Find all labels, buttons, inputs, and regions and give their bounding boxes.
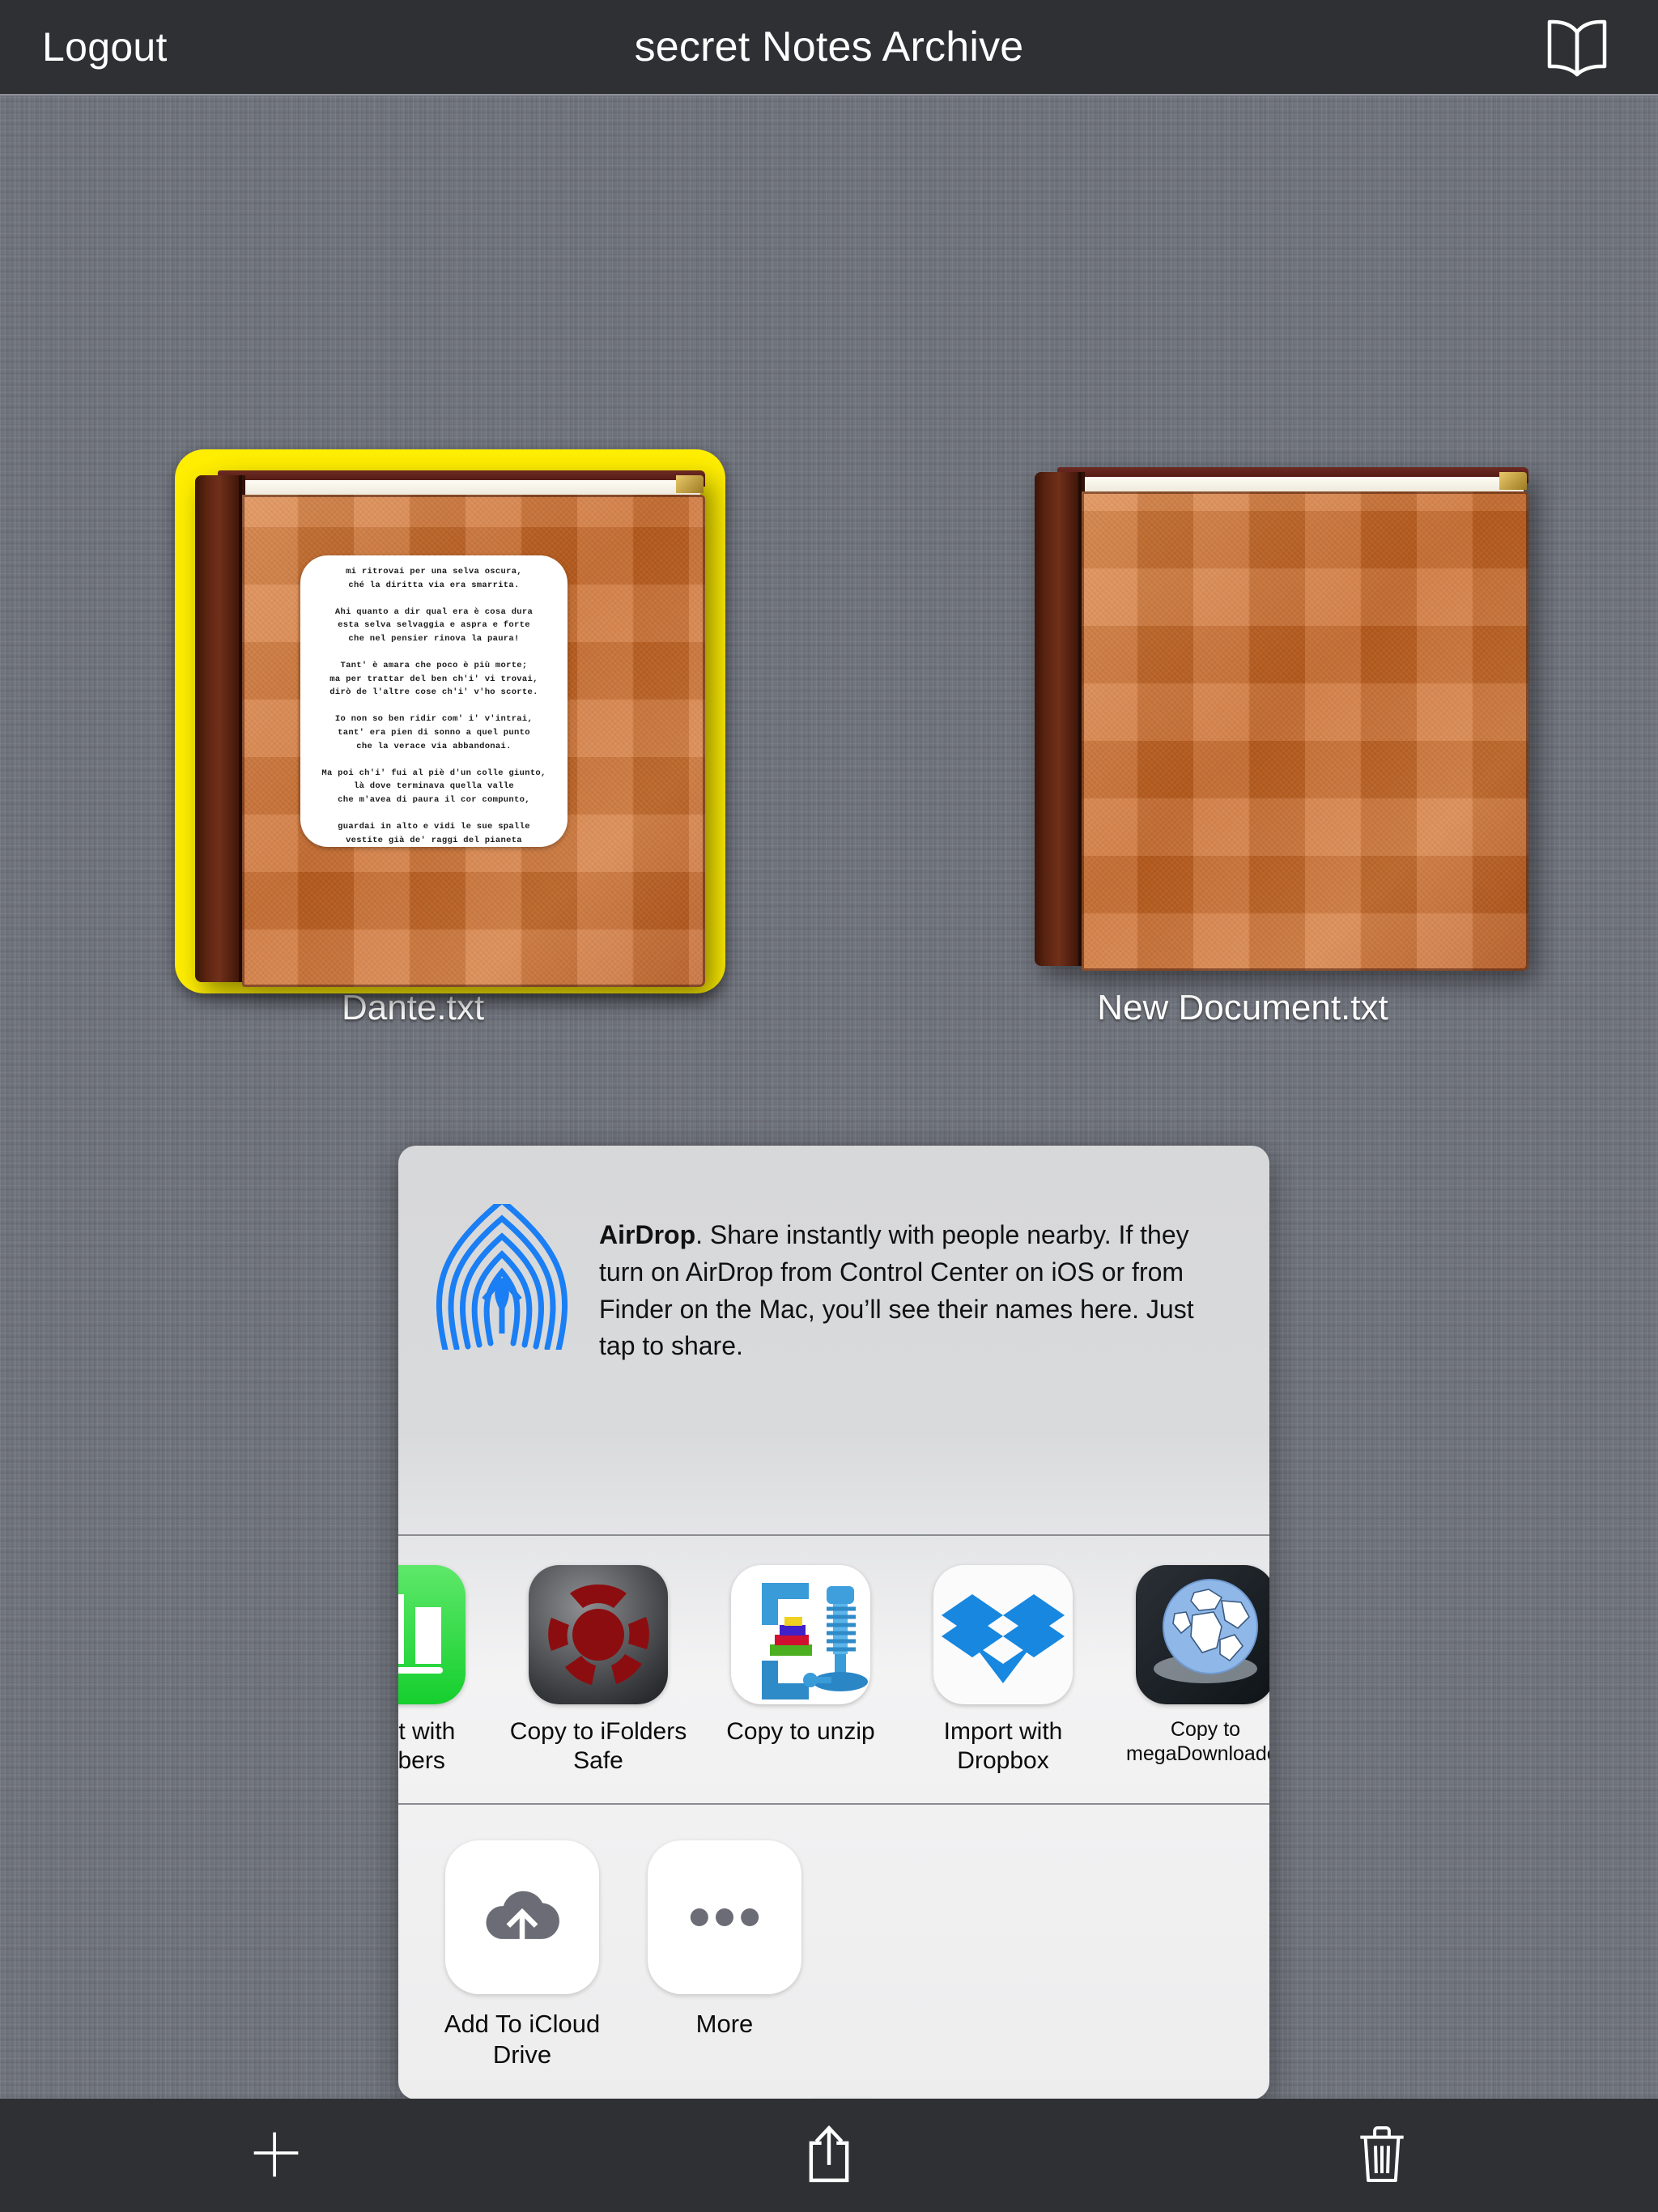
share-app-label: Copy to megaDownloader <box>1126 1718 1269 1765</box>
file-thumbnail[interactable] <box>992 464 1528 971</box>
file-item-new-document[interactable]: New Document.txt <box>959 464 1528 1028</box>
navigation-bar: Logout secret Notes Archive <box>0 0 1658 96</box>
file-thumbnail[interactable]: mi ritrovai per una selva oscura, ché la… <box>162 449 725 993</box>
airdrop-title: AirDrop <box>599 1220 696 1249</box>
bottom-toolbar <box>0 2099 1658 2212</box>
action-label: Add To iCloud Drive <box>444 2010 601 2069</box>
book-graphic: mi ritrovai per una selva oscura, ché la… <box>195 470 705 987</box>
airdrop-section[interactable]: AirDrop. Share instantly with people nea… <box>398 1146 1269 1534</box>
page-title: secret Notes Archive <box>634 23 1024 70</box>
unzip-app-icon <box>731 1565 870 1704</box>
delete-button[interactable] <box>1105 2099 1658 2212</box>
share-app-dropbox[interactable]: Import with Dropbox <box>902 1565 1104 1776</box>
share-button[interactable] <box>553 2099 1106 2212</box>
note-preview-text: mi ritrovai per una selva oscura, ché la… <box>321 567 546 845</box>
airdrop-description: AirDrop. Share instantly with people nea… <box>599 1196 1232 1534</box>
share-app-megadownloader[interactable]: Copy to megaDownloader <box>1104 1565 1269 1766</box>
action-more[interactable]: More <box>623 1840 826 2099</box>
book-graphic <box>1035 467 1528 971</box>
share-sheet-popover: AirDrop. Share instantly with people nea… <box>398 1146 1269 2099</box>
share-app-numbers[interactable]: Import with Numbers <box>398 1565 497 1776</box>
add-icon <box>249 2128 303 2184</box>
add-button[interactable] <box>0 2099 553 2212</box>
file-label: Dante.txt <box>341 988 485 1027</box>
icloud-upload-icon <box>445 1840 599 1994</box>
file-item-dante[interactable]: mi ritrovai per una selva oscura, ché la… <box>130 449 725 1028</box>
file-label: New Document.txt <box>1097 988 1388 1027</box>
share-app-label: Copy to iFolders Safe <box>509 1718 687 1774</box>
share-icon <box>804 2124 854 2188</box>
action-label: More <box>695 2010 754 2038</box>
airdrop-icon <box>436 1197 568 1353</box>
share-app-label: Copy to unzip <box>726 1718 875 1745</box>
ellipsis-icon <box>648 1840 801 1994</box>
share-app-unzip[interactable]: Copy to unzip <box>699 1565 902 1746</box>
share-app-row[interactable]: Import with Numbers Copy to iFolders Saf… <box>398 1536 1269 1803</box>
share-app-ifolders-safe[interactable]: Copy to iFolders Safe <box>497 1565 699 1776</box>
dropbox-app-icon <box>933 1565 1073 1704</box>
trash-icon <box>1356 2124 1408 2188</box>
share-app-label: Import with Numbers <box>398 1718 456 1774</box>
share-app-label: Import with Dropbox <box>943 1718 1063 1774</box>
ifolders-safe-app-icon <box>529 1565 668 1704</box>
numbers-app-icon <box>398 1565 466 1704</box>
megadownloader-app-icon <box>1136 1565 1269 1704</box>
action-add-to-icloud-drive[interactable]: Add To iCloud Drive <box>421 1840 623 2099</box>
open-book-icon[interactable] <box>1543 16 1611 78</box>
share-action-row[interactable]: Add To iCloud Drive More <box>398 1805 1269 2099</box>
note-preview: mi ritrovai per una selva oscura, ché la… <box>300 555 568 847</box>
